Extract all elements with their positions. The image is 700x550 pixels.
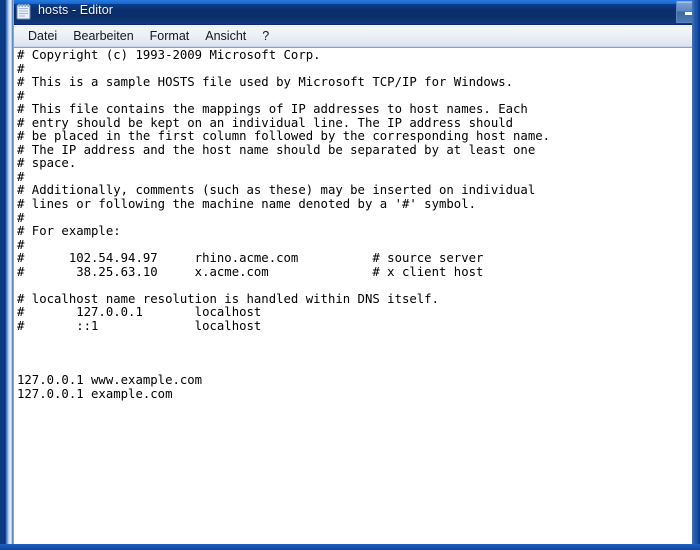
editor-line: # lines or following the machine name de… <box>17 197 477 212</box>
title-bar-sheen <box>14 0 692 4</box>
menu-bar: Datei Bearbeiten Format Ansicht ? <box>14 27 692 47</box>
editor-line: # <box>17 237 25 252</box>
editor-line: # 127.0.0.1 localhost <box>17 305 262 320</box>
notepad-window: hosts - Editor Datei Bearbeiten Format A… <box>0 0 700 550</box>
editor-line: 127.0.0.1 example.com <box>17 386 173 401</box>
title-bar[interactable]: hosts - Editor <box>14 0 692 24</box>
minimize-icon <box>685 12 692 15</box>
menu-item-format[interactable]: Format <box>142 28 198 46</box>
editor-line: # The IP address and the host name shoul… <box>17 142 536 157</box>
editor-line: # This file contains the mappings of IP … <box>17 102 528 117</box>
editor-line: # 102.54.94.97 rhino.acme.com # source s… <box>17 251 484 266</box>
editor-line: # ::1 localhost <box>17 318 262 333</box>
editor-line: # Copyright (c) 1993-2009 Microsoft Corp… <box>17 48 321 62</box>
window-title: hosts - Editor <box>38 3 114 17</box>
window-frame-bottom <box>0 544 700 550</box>
editor-line: 127.0.0.1 www.example.com <box>17 373 203 388</box>
editor-line: # 38.25.63.10 x.acme.com # x client host <box>17 264 484 279</box>
menu-item-bearbeiten[interactable]: Bearbeiten <box>65 28 141 46</box>
editor-line: # be placed in the first column followed… <box>17 129 551 144</box>
notepad-document-icon <box>16 4 31 20</box>
editor-line: # entry should be kept on an individual … <box>17 115 514 130</box>
editor-line: # Additionally, comments (such as these)… <box>17 183 536 198</box>
window-controls <box>662 1 692 23</box>
window-frame-right <box>692 0 700 550</box>
editor-line: # <box>17 88 25 103</box>
menu-item-datei[interactable]: Datei <box>20 28 65 46</box>
window-frame-left <box>0 0 14 550</box>
editor-line: # This is a sample HOSTS file used by Mi… <box>17 75 514 90</box>
editor-line: # <box>17 61 25 76</box>
editor-client-area[interactable]: # Copyright (c) 1993-2009 Microsoft Corp… <box>14 47 692 544</box>
editor-text[interactable]: # Copyright (c) 1993-2009 Microsoft Corp… <box>17 48 689 401</box>
editor-line: # <box>17 169 25 184</box>
editor-line: # <box>17 210 25 225</box>
menu-item-help[interactable]: ? <box>254 28 277 46</box>
menu-item-ansicht[interactable]: Ansicht <box>197 28 254 46</box>
editor-line: # space. <box>17 156 77 171</box>
minimize-button[interactable] <box>676 1 692 23</box>
editor-line: # localhost name resolution is handled w… <box>17 291 439 306</box>
editor-line: # For example: <box>17 224 121 239</box>
